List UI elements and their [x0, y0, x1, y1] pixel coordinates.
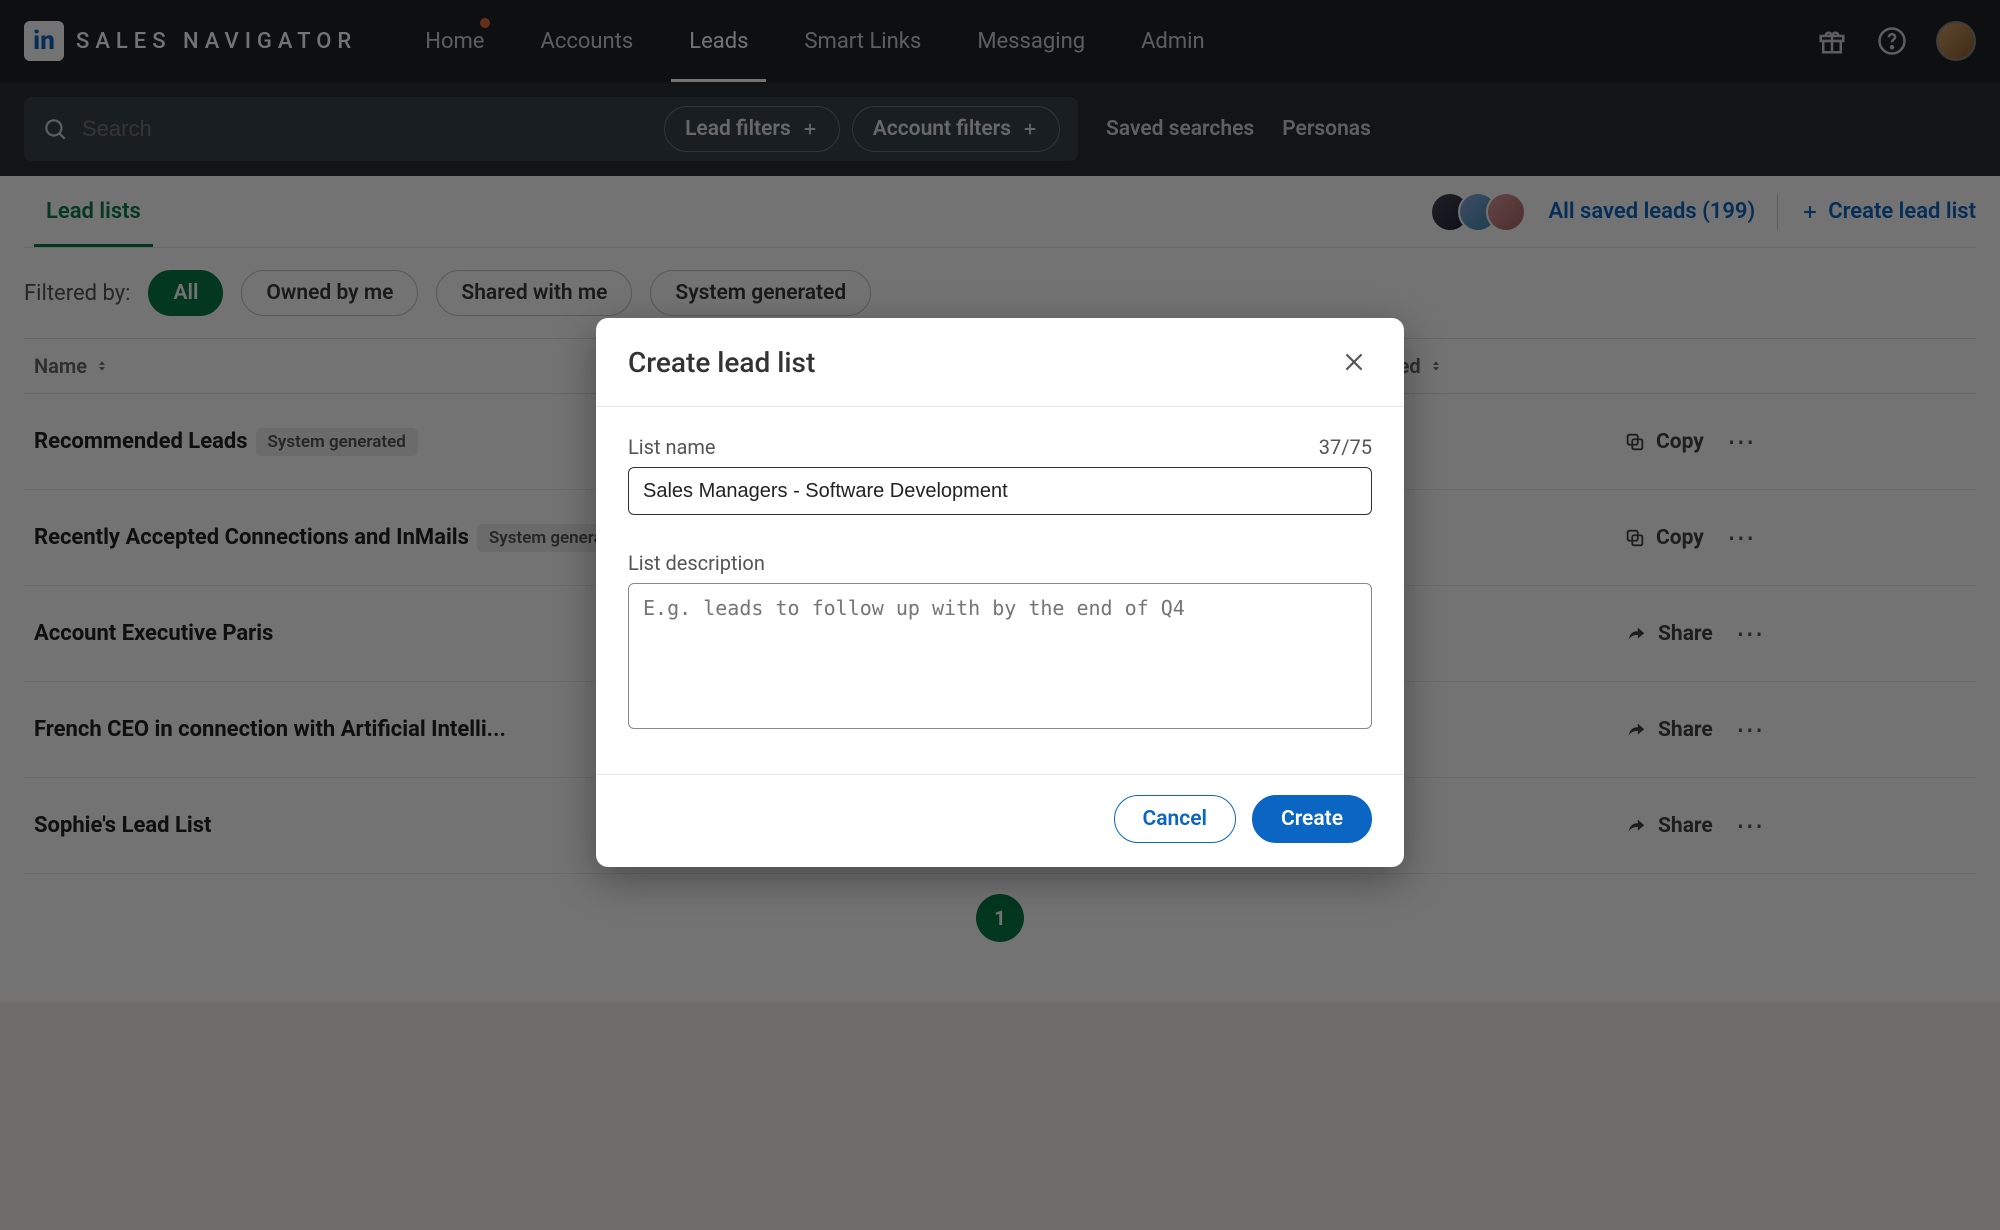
modal-title: Create lead list — [628, 346, 815, 379]
list-name-input[interactable] — [628, 467, 1372, 515]
cancel-button[interactable]: Cancel — [1114, 795, 1236, 843]
modal-overlay: Create lead list List name 37/75 List de… — [0, 0, 2000, 1230]
list-description-label: List description — [628, 551, 1372, 575]
close-button[interactable] — [1336, 344, 1372, 380]
create-button[interactable]: Create — [1252, 795, 1372, 843]
content-area: Lead lists All saved leads (199) Create … — [0, 176, 2000, 1002]
create-lead-list-modal: Create lead list List name 37/75 List de… — [596, 318, 1404, 867]
list-name-label: List name — [628, 435, 716, 459]
close-icon — [1341, 349, 1367, 375]
char-counter: 37/75 — [1319, 435, 1372, 459]
list-description-input[interactable] — [628, 583, 1372, 729]
